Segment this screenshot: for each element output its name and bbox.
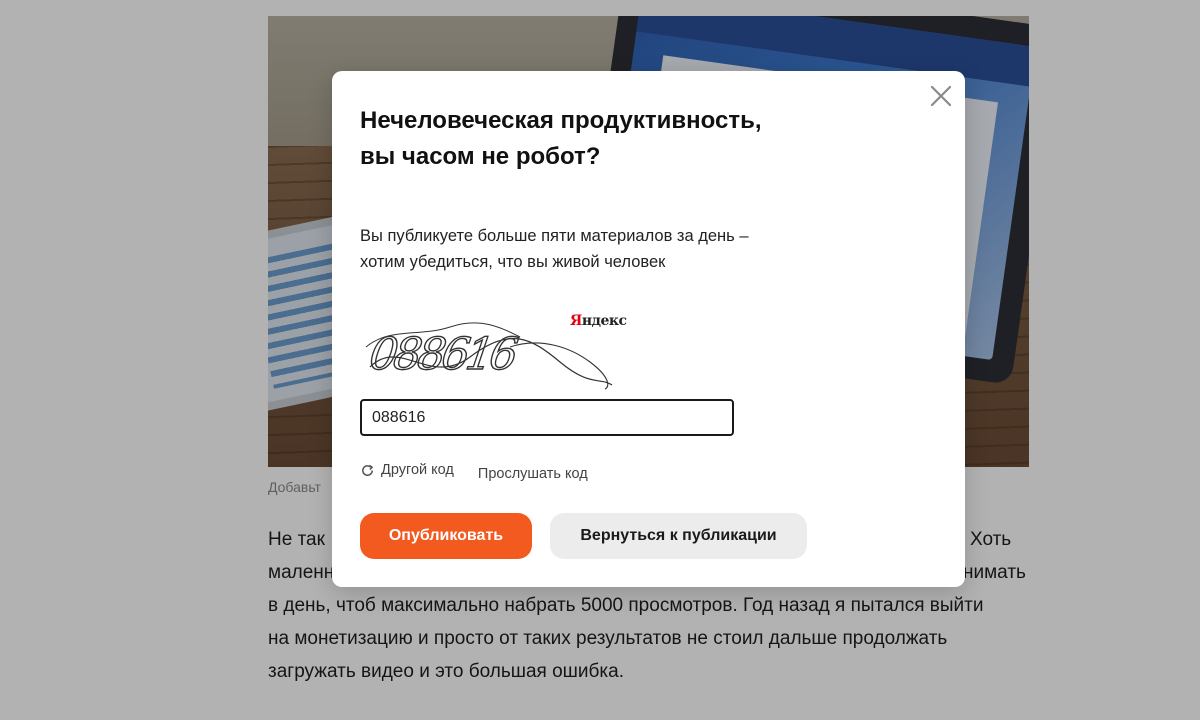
back-to-publication-button[interactable]: Вернуться к публикации: [550, 513, 807, 559]
captcha-noise: [365, 322, 613, 390]
listen-code-link[interactable]: Прослушать код: [478, 466, 588, 482]
captcha-dialog: Нечеловеческая продуктивность, вы часом …: [332, 71, 965, 587]
publish-button[interactable]: Опубликовать: [360, 513, 532, 559]
refresh-icon: [362, 464, 373, 476]
captcha-input[interactable]: [360, 399, 734, 436]
close-icon: [930, 85, 952, 107]
close-button[interactable]: [926, 81, 956, 111]
captcha-image: Яндекс 088616: [360, 307, 627, 395]
listen-code-label: Прослушать код: [477, 465, 588, 482]
dialog-title: Нечеловеческая продуктивность, вы часом …: [360, 107, 762, 170]
other-code-label: Другой код: [381, 462, 454, 478]
captcha-links: Другой код Прослушать код: [360, 462, 588, 482]
dialog-description: Вы публикуете больше пяти материалов за …: [360, 227, 749, 271]
other-code-link[interactable]: Другой код: [360, 462, 454, 478]
